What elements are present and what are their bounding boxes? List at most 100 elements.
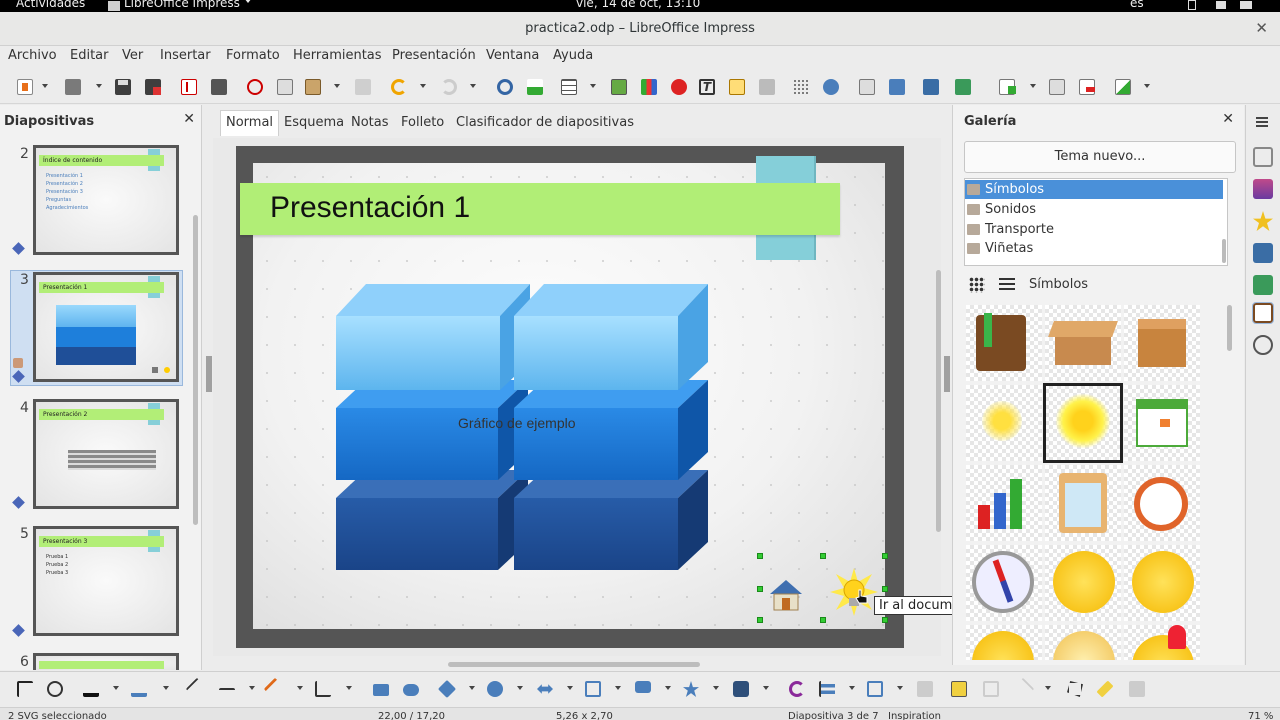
selection-handle[interactable]	[882, 617, 888, 623]
selection-handle[interactable]	[882, 586, 888, 592]
fire-face-icon[interactable]	[1124, 625, 1200, 660]
left-panel-splitter[interactable]	[206, 356, 212, 392]
image-icon[interactable]	[608, 76, 630, 98]
book-icon[interactable]	[966, 305, 1042, 381]
menu-editar[interactable]: Editar	[70, 48, 109, 63]
chevron-down-icon[interactable]	[713, 686, 719, 690]
selection-handle[interactable]	[757, 617, 763, 623]
chevron-down-icon[interactable]	[615, 686, 621, 690]
laughing-face-icon[interactable]	[1045, 545, 1121, 621]
chevron-down-icon[interactable]	[297, 686, 303, 690]
arrow-line-icon[interactable]	[216, 678, 238, 700]
slides-scrollbar[interactable]	[193, 215, 198, 525]
table-icon[interactable]	[558, 76, 580, 98]
selection-handle[interactable]	[757, 586, 763, 592]
icon-view-icon[interactable]	[969, 277, 985, 293]
status-zoom[interactable]: 71 %	[1248, 711, 1273, 720]
chart-icon[interactable]	[638, 76, 660, 98]
chevron-down-icon[interactable]	[849, 686, 855, 690]
theme-item-transporte[interactable]: Transporte	[965, 220, 1223, 239]
smiling-face-icon[interactable]	[1124, 545, 1200, 621]
zoom-icon[interactable]	[44, 678, 66, 700]
slide-title[interactable]: Presentación 1	[270, 191, 470, 225]
battery-icon[interactable]	[1240, 1, 1252, 9]
theme-item-simbolos[interactable]: Símbolos	[965, 180, 1223, 199]
crop-icon[interactable]	[980, 678, 1002, 700]
connector-icon[interactable]	[312, 678, 334, 700]
text-box-icon[interactable]: T	[696, 76, 718, 98]
window-close-icon[interactable]: ✕	[1255, 19, 1268, 37]
chevron-down-icon[interactable]	[346, 686, 352, 690]
activities-button[interactable]: Actividades	[16, 0, 85, 10]
closed-box-icon[interactable]	[1124, 305, 1200, 381]
menu-ver[interactable]: Ver	[122, 48, 143, 63]
theme-list-scrollbar[interactable]	[1222, 239, 1226, 263]
gallery-icon[interactable]	[1252, 302, 1274, 324]
slide-transition-icon[interactable]	[1253, 243, 1273, 263]
slide-thumbnail[interactable]: Presentación 3 Prueba 1 Prueba 2 Prueba …	[33, 526, 179, 636]
save-icon[interactable]	[112, 76, 134, 98]
copy-icon[interactable]	[274, 76, 296, 98]
slide-thumbnail[interactable]: Índice de contenido Presentación 1 Prese…	[33, 145, 179, 255]
lightbulb-icon[interactable]	[966, 385, 1042, 461]
redo-icon[interactable]	[438, 76, 460, 98]
tab-esquema[interactable]: Esquema	[284, 110, 344, 136]
shadow-icon[interactable]	[948, 678, 970, 700]
properties-icon[interactable]	[1253, 147, 1273, 167]
menu-icon[interactable]	[1256, 117, 1268, 119]
glue-points-icon[interactable]	[1094, 678, 1116, 700]
grid-icon[interactable]	[790, 76, 812, 98]
clone-formatting-icon[interactable]	[352, 76, 374, 98]
tab-clasificador[interactable]: Clasificador de diapositivas	[456, 110, 634, 136]
slide-thumbnail[interactable]: Presentación 2	[33, 399, 179, 509]
bar-chart-icon[interactable]	[966, 465, 1042, 541]
grumpy-face-icon[interactable]	[966, 625, 1042, 660]
master-slide-icon[interactable]	[886, 76, 908, 98]
star-icon[interactable]	[680, 678, 702, 700]
tab-notas[interactable]: Notas	[351, 110, 389, 136]
ellipse-icon[interactable]	[400, 678, 422, 700]
chevron-down-icon[interactable]	[897, 686, 903, 690]
chevron-down-icon[interactable]	[763, 686, 769, 690]
points-icon[interactable]	[1064, 678, 1086, 700]
theme-item-sonidos[interactable]: Sonidos	[965, 200, 1223, 219]
flowchart-icon[interactable]	[582, 678, 604, 700]
language-indicator[interactable]: es	[1130, 0, 1144, 10]
special-character-icon[interactable]	[756, 76, 778, 98]
select-arrow-icon[interactable]	[14, 678, 36, 700]
list-view-icon[interactable]	[999, 278, 1015, 292]
chevron-down-icon[interactable]	[420, 84, 426, 88]
open-box-icon[interactable]	[1045, 305, 1121, 381]
selection-handle[interactable]	[820, 553, 826, 559]
freehand-icon[interactable]	[263, 677, 287, 701]
slide-layout-icon[interactable]	[1112, 76, 1134, 98]
chevron-down-icon[interactable]	[113, 686, 119, 690]
chevron-down-icon[interactable]	[517, 686, 523, 690]
chevron-down-icon[interactable]	[1144, 84, 1150, 88]
horizontal-scrollbar[interactable]	[448, 662, 700, 667]
styles-icon[interactable]	[1253, 275, 1273, 295]
arrange-icon[interactable]	[864, 678, 886, 700]
close-icon[interactable]: ✕	[1222, 111, 1234, 127]
lightbulb-glow-icon[interactable]	[1043, 383, 1123, 463]
chevron-down-icon[interactable]	[1030, 84, 1036, 88]
cut-icon[interactable]	[244, 76, 266, 98]
align-icon[interactable]	[816, 678, 838, 700]
menu-ventana[interactable]: Ventana	[486, 48, 539, 63]
clock[interactable]: vie, 14 de oct, 13:10	[576, 0, 700, 10]
export-pdf-icon[interactable]	[178, 76, 200, 98]
presentation-current-icon[interactable]	[952, 76, 974, 98]
slide-thumbnail-selected[interactable]: Presentación 1	[33, 272, 179, 382]
close-icon[interactable]: ✕	[183, 111, 195, 127]
spellcheck-icon[interactable]	[524, 76, 546, 98]
distribute-icon[interactable]	[914, 678, 936, 700]
chevron-down-icon[interactable]	[96, 84, 102, 88]
slide-thumbnail[interactable]	[33, 653, 179, 670]
menu-formato[interactable]: Formato	[226, 48, 280, 63]
callouts-icon[interactable]	[632, 678, 654, 700]
toggle-extrusion-icon[interactable]	[1126, 678, 1148, 700]
chevron-down-icon[interactable]	[42, 84, 48, 88]
chevron-down-icon[interactable]	[590, 84, 596, 88]
home-icon[interactable]	[768, 578, 804, 612]
menu-archivo[interactable]: Archivo	[8, 48, 57, 63]
